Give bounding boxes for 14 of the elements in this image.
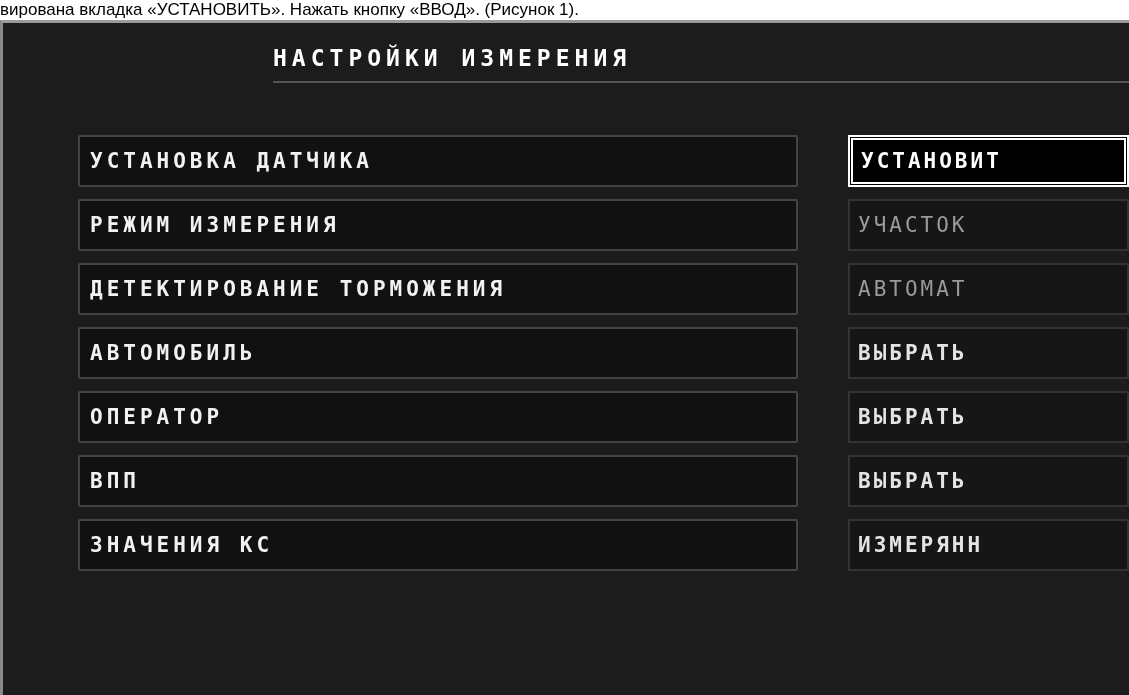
setting-label: ДЕТЕКТИРОВАНИЕ ТОРМОЖЕНИЯ <box>78 263 798 315</box>
setting-label: ЗНАЧЕНИЯ КС <box>78 519 798 571</box>
setting-value-button[interactable]: ВЫБРАТЬ <box>848 455 1129 507</box>
setting-label: АВТОМОБИЛЬ <box>78 327 798 379</box>
setting-label: УСТАНОВКА ДАТЧИКА <box>78 135 798 187</box>
caption-text: вирована вкладка «УСТАНОВИТЬ». Нажать кнопку «ВВОД». (Рисунок 1). <box>0 0 580 20</box>
setting-label: ОПЕРАТОР <box>78 391 798 443</box>
setting-label: РЕЖИМ ИЗМЕРЕНИЯ <box>78 199 798 251</box>
setting-label: ВПП <box>78 455 798 507</box>
screen-title: НАСТРОЙКИ ИЗМЕРЕНИЯ <box>273 45 1129 83</box>
setting-value-button[interactable]: ИЗМЕРЯНН <box>848 519 1129 571</box>
setting-value-button[interactable]: ВЫБРАТЬ <box>848 391 1129 443</box>
setting-value-button[interactable]: ВЫБРАТЬ <box>848 327 1129 379</box>
setting-value-button[interactable]: УСТАНОВИТ <box>848 135 1129 187</box>
